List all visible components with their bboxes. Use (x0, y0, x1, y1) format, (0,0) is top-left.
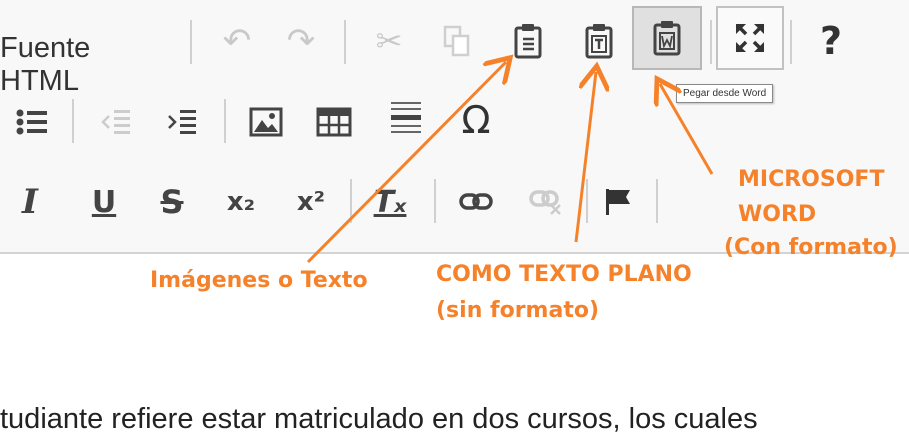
annotation-word-subtitle: WORD (738, 202, 817, 227)
source-html-button[interactable]: Fuente HTML (0, 32, 90, 98)
subscript-button[interactable]: x₂ (218, 179, 264, 225)
toolbar-separator (224, 99, 226, 143)
strikethrough-button[interactable]: S (152, 179, 192, 225)
paste-from-word-icon (653, 21, 681, 56)
redo-icon[interactable]: ↷ (278, 18, 324, 64)
toolbar-separator (344, 20, 346, 64)
toolbar-separator (350, 179, 352, 223)
paste-as-plain-text-icon[interactable] (576, 18, 622, 64)
unlink-icon[interactable] (524, 179, 568, 225)
paste-from-word-tooltip: Pegar desde Word (676, 84, 774, 103)
annotation-word-title: MICROSOFT (738, 167, 885, 192)
copy-icon[interactable] (434, 18, 480, 64)
toolbar-separator (72, 99, 74, 143)
special-character-icon[interactable]: Ω (452, 97, 500, 143)
toolbar-separator (656, 179, 658, 223)
increase-indent-icon[interactable] (160, 99, 204, 145)
bulleted-list-icon[interactable] (12, 99, 52, 145)
annotation-word-format: (Con formato) (724, 235, 898, 260)
maximize-button[interactable] (716, 6, 784, 70)
toolbar-separator (710, 20, 712, 64)
paste-from-word-button[interactable] (632, 6, 702, 70)
underline-button[interactable]: U (84, 179, 124, 225)
annotation-plain-text-title: COMO TEXTO PLANO (436, 262, 692, 287)
editor-content-text[interactable]: tudiante refiere estar matriculado en do… (0, 403, 758, 436)
cut-icon[interactable]: ✂ (366, 18, 412, 64)
remove-format-button[interactable]: Tₓ (366, 179, 414, 225)
maximize-icon (735, 23, 765, 53)
table-icon[interactable] (312, 99, 356, 145)
horizontal-line-icon[interactable] (384, 95, 428, 141)
undo-icon[interactable]: ↶ (214, 18, 260, 64)
annotation-images-or-text: Imágenes o Texto (150, 268, 368, 293)
annotation-plain-text-subtitle: (sin formato) (436, 298, 600, 323)
superscript-button[interactable]: x² (288, 179, 334, 225)
toolbar-separator (190, 20, 192, 64)
link-icon[interactable] (454, 179, 498, 225)
toolbar-separator (434, 179, 436, 223)
paste-icon[interactable] (505, 18, 551, 64)
italic-button[interactable]: I (10, 179, 50, 225)
help-icon[interactable]: ? (808, 18, 854, 64)
anchor-flag-icon[interactable] (598, 179, 638, 225)
decrease-indent-icon[interactable] (94, 99, 138, 145)
toolbar-separator (586, 179, 588, 223)
image-icon[interactable] (244, 99, 288, 145)
toolbar-separator (790, 20, 792, 64)
